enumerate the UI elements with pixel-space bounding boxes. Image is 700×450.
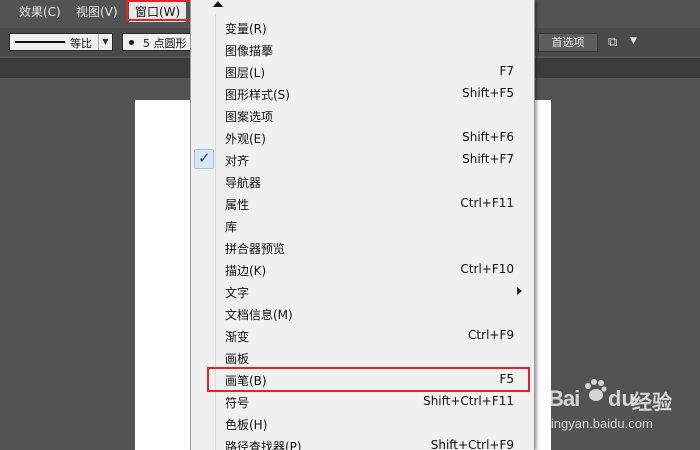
menu-item-label: 文档信息(M) [225,308,293,322]
menu-item[interactable]: 画笔(B) F5 [191,368,534,390]
menu-item[interactable]: 拼合器预览 [191,236,534,258]
menu-item-label: 导航器 [225,176,262,190]
menu-view[interactable]: 视图(V) [76,2,118,22]
stroke-profile-label: 等比 [70,37,92,50]
menu-item[interactable]: 符号 Shift+Ctrl+F11 [191,390,534,412]
menu-effect[interactable]: 效果(C) [19,2,61,22]
menu-item-label: 图形样式(S) [225,88,290,102]
menu-item-shortcut: Shift+F5 [462,86,514,100]
menu-item-label: 图像描摹 [225,44,274,58]
menu-item-label: 外观(E) [225,132,266,146]
brush-definition-label: 5 点圆形 [143,37,187,50]
menu-item-label: 符号 [225,396,250,410]
menu-item[interactable]: 文字 [191,280,534,302]
menu-item[interactable]: 文档信息(M) [191,302,534,324]
chevron-down-icon[interactable]: ▼ [98,34,112,50]
arrange-icon[interactable]: ⧉ [608,35,626,50]
menu-item-label: 拼合器预览 [225,242,286,256]
menu-item-shortcut: F7 [499,64,514,78]
menu-item[interactable]: 库 [191,214,534,236]
menu-item-shortcut: F5 [499,372,514,386]
checkmark-icon: ✓ [194,149,214,169]
menu-item[interactable]: 画板 [191,346,534,368]
menu-item-label: 文字 [225,286,250,300]
menu-item-shortcut: Shift+Ctrl+F11 [423,394,514,408]
scroll-up-arrow-icon[interactable] [213,1,223,7]
menu-item-label: 渐变 [225,330,250,344]
watermark-brand-jingyan: 经验 [632,390,672,414]
menu-item-label: 路径查找器(P) [225,440,302,450]
watermark-url: jingyan.baidu.com [548,416,653,431]
menu-item[interactable]: ✓ 对齐 Shift+F7 [191,148,534,170]
menu-item-label: 变量(R) [225,22,267,36]
watermark-brand-du: du [608,386,635,411]
menu-item-label: 色板(H) [225,418,268,432]
menu-item[interactable]: 渐变 Ctrl+F9 [191,324,534,346]
baidu-jingyan-watermark: Bai du 经验 jingyan.baidu.com [548,372,698,442]
menu-item-label: 图层(L) [225,66,266,80]
menu-item-label: 描边(K) [225,264,267,278]
menu-item[interactable]: 图像描摹 [191,38,534,60]
stroke-line-preview [15,41,65,43]
menu-item[interactable]: 外观(E) Shift+F6 [191,126,534,148]
menu-item[interactable]: 属性 Ctrl+F11 [191,192,534,214]
menu-item[interactable]: 色板(H) [191,412,534,434]
menu-item[interactable]: 路径查找器(P) Shift+Ctrl+F9 [191,434,534,450]
menu-item[interactable]: 导航器 [191,170,534,192]
menu-item-shortcut: Shift+F7 [462,152,514,166]
stroke-profile-select[interactable]: 等比 ▼ [9,33,113,51]
menu-item-label: 画板 [225,352,250,366]
menu-item[interactable]: 图形样式(S) Shift+F5 [191,82,534,104]
menu-item-shortcut: Ctrl+F11 [460,196,514,210]
menu-window[interactable]: 窗口(W) [129,2,187,22]
menu-item-label: 对齐 [225,154,250,168]
menu-item[interactable]: 变量(R) [191,16,534,38]
menu-item-label: 属性 [225,198,250,212]
window-menu: 变量(R) 图像描摹图层(L) F7 图形样式(S) Shift+F5 图案选项外观(E)… [190,0,535,450]
menu-item-shortcut: Ctrl+F9 [468,328,514,342]
chevron-right-icon [517,287,522,295]
menu-item-label: 画笔(B) [225,374,267,388]
menu-item[interactable]: 图案选项 [191,104,534,126]
menu-item-shortcut: Ctrl+F10 [460,262,514,276]
watermark-brand-bai: Bai [548,386,580,411]
paw-logo-icon [585,379,607,401]
menu-item[interactable]: 图层(L) F7 [191,60,534,82]
brush-dot-icon [129,40,134,45]
menu-item-label: 库 [225,220,238,234]
menu-item-shortcut: Shift+Ctrl+F9 [430,438,514,450]
chevron-down-icon[interactable]: ▼ [630,36,637,46]
preferences-button[interactable]: 首选项 [538,33,598,52]
menu-item-shortcut: Shift+F6 [462,130,514,144]
menu-item-label: 图案选项 [225,110,274,124]
check-glyph: ✓ [198,149,211,167]
menu-item[interactable]: 描边(K) Ctrl+F10 [191,258,534,280]
brush-definition-select[interactable]: 5 点圆形 [122,33,192,51]
